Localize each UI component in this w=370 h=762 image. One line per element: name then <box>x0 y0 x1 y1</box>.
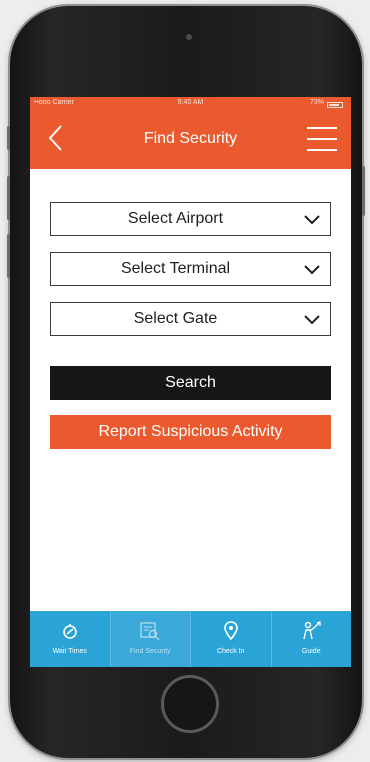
search-button[interactable]: Search <box>50 366 331 400</box>
airport-select-label: Select Airport <box>127 210 224 227</box>
status-bar: ••ooo Carrier 9:40 AM 73% <box>30 97 351 109</box>
phone-volume-down-button <box>7 234 10 278</box>
tab-label: Guide <box>301 648 321 655</box>
chevron-down-icon <box>304 315 320 325</box>
battery-icon <box>327 101 343 108</box>
clock: 9:40 AM <box>177 99 204 106</box>
phone-volume-up-button <box>7 176 10 220</box>
terminal-select-label: Select Terminal <box>120 260 231 277</box>
report-suspicious-activity-button[interactable]: Report Suspicious Activity <box>50 415 331 449</box>
bottom-tab-bar: Wait Times Find Security Check In Guide <box>30 611 351 667</box>
gate-select-label: Select Gate <box>133 310 218 327</box>
hamburger-menu-icon[interactable] <box>307 127 337 151</box>
tab-label: Wait Times <box>52 648 87 655</box>
chevron-down-icon <box>304 265 320 275</box>
stopwatch-icon <box>62 620 78 642</box>
guide-person-icon <box>300 620 322 642</box>
airport-select[interactable]: Select Airport <box>50 202 331 236</box>
tab-wait-times[interactable]: Wait Times <box>30 611 111 667</box>
tab-find-security[interactable]: Find Security <box>110 611 191 667</box>
app-header: Find Security <box>30 109 351 169</box>
phone-power-button <box>362 166 365 216</box>
tab-check-in[interactable]: Check In <box>191 611 272 667</box>
chevron-down-icon <box>304 215 320 225</box>
home-button[interactable] <box>161 675 219 733</box>
terminal-select[interactable]: Select Terminal <box>50 252 331 286</box>
tab-label: Find Security <box>129 648 171 655</box>
tab-guide[interactable]: Guide <box>272 611 352 667</box>
location-pin-icon <box>223 620 238 642</box>
battery-percent: 73% <box>309 99 324 106</box>
app-screen: ••ooo Carrier 9:40 AM 73% Find Security … <box>30 97 351 667</box>
page-title: Find Security <box>143 130 238 147</box>
phone-speaker <box>186 34 192 40</box>
gate-select[interactable]: Select Gate <box>50 302 331 336</box>
battery-indicator: 73% <box>310 97 343 109</box>
phone-side-button <box>7 126 10 150</box>
security-scanner-icon <box>139 620 161 642</box>
tab-label: Check In <box>216 648 245 655</box>
